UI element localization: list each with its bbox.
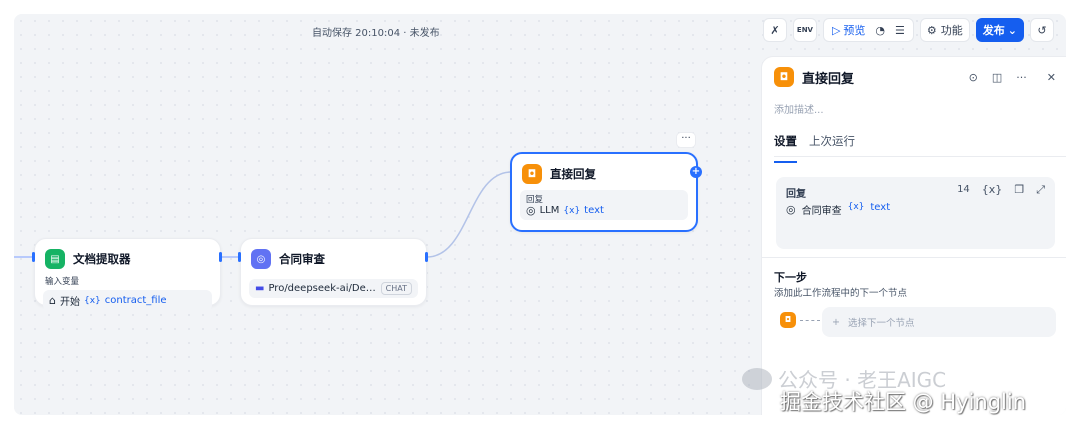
description-input[interactable]: 添加描述...	[774, 101, 824, 116]
node-title: 合同审查	[279, 252, 325, 266]
checklist-icon[interactable]: ☰	[895, 25, 905, 36]
add-next-node-button[interactable]: +	[690, 166, 702, 178]
tab-settings[interactable]: 设置	[774, 133, 797, 163]
node-direct-reply[interactable]: ◘ 直接回复 回复 ◎ LLM {x} text	[510, 152, 698, 232]
variable-brace-icon: {x}	[847, 202, 865, 212]
contract-review-input-handle[interactable]	[238, 252, 241, 262]
reply-icon: ◘	[774, 67, 794, 87]
help-book-icon[interactable]: ◫	[992, 72, 1002, 83]
reply-field: 回复 ◎ LLM {x} text	[520, 190, 688, 220]
reply-source: LLM	[539, 205, 560, 216]
reply-editor-tools: 14 {x} ❐ ⤢	[957, 184, 1045, 195]
next-step-title: 下一步	[774, 271, 807, 284]
node-settings-panel: ◘ 直接回复 ⊙ ◫ ··· ✕ 添加描述... 设置 上次运行 回复 14 {…	[761, 56, 1066, 415]
preview-label: 预览	[843, 24, 866, 37]
variable-x-icon: ✗	[770, 23, 780, 37]
input-variable-label: 输入变量	[45, 277, 80, 287]
more-icon[interactable]: ···	[1016, 72, 1027, 83]
next-step-description: 添加此工作流程中的下一个节点	[774, 288, 908, 299]
juejin-watermark: 掘金技术社区 @ Hyinglin	[780, 390, 1027, 414]
select-next-node-label: 选择下一个节点	[847, 318, 915, 329]
variable-name: contract_file	[104, 295, 167, 306]
play-icon: ▷	[831, 23, 841, 37]
close-icon[interactable]: ✕	[1047, 72, 1056, 83]
features-label: 功能	[940, 24, 963, 37]
next-connector	[800, 320, 820, 321]
copy-icon[interactable]: ❐	[1014, 184, 1024, 195]
home-icon: ⌂	[49, 294, 56, 307]
publish-label: 发布	[982, 24, 1005, 37]
node-more-button[interactable]: ···	[676, 132, 696, 148]
node-title: 直接回复	[550, 167, 596, 181]
panel-actions: ⊙ ◫ ··· ✕	[969, 72, 1056, 83]
reply-editor-content: ◎ 合同审查 {x} text	[786, 202, 890, 217]
panel-title[interactable]: 直接回复	[802, 68, 854, 87]
model-provider-icon: ▬	[255, 283, 265, 294]
reply-source: 合同审查	[801, 206, 842, 217]
variable-brace-icon: {x}	[563, 205, 581, 216]
reply-variable-name: text	[870, 202, 891, 213]
wechat-logo-icon	[742, 367, 772, 390]
checklist-clock-icon[interactable]: ◔	[875, 25, 885, 36]
expand-icon[interactable]: ⤢	[1036, 184, 1045, 195]
edge-review-reply	[426, 171, 512, 258]
run-group: ▷ 预览 ◔ ☰	[822, 18, 914, 42]
node-contract-review[interactable]: ◎ 合同审查 ▬ Pro/deepseek-ai/Dee... CHAT	[240, 238, 427, 306]
node-title: 文档提取器	[73, 252, 131, 266]
reply-editor-label: 回复	[786, 189, 806, 200]
history-button[interactable]: ↺	[1030, 18, 1054, 42]
model-name: Pro/deepseek-ai/Dee...	[268, 283, 377, 294]
doc-extractor-output-handle[interactable]	[219, 252, 222, 262]
tab-last-run[interactable]: 上次运行	[809, 133, 855, 156]
variable-inspect-button[interactable]: ✗	[762, 18, 787, 42]
model-pill: ▬ Pro/deepseek-ai/Dee... CHAT	[249, 279, 418, 298]
section-divider	[762, 257, 1066, 258]
top-toolbar: ✗ ENV ▷ 预览 ◔ ☰ ⚙ 功能 发布 ⌄ ↺	[762, 18, 1054, 42]
env-icon: ENV	[796, 25, 813, 34]
doc-extractor-icon: ▤	[45, 249, 65, 269]
features-button[interactable]: ⚙ 功能	[919, 18, 970, 42]
char-count: 14	[957, 184, 970, 195]
select-next-node-button[interactable]: + 选择下一个节点	[822, 307, 1056, 337]
reply-icon: ◘	[780, 312, 796, 328]
reply-icon: ◘	[522, 164, 542, 184]
chat-badge: CHAT	[380, 282, 412, 295]
llm-icon: ◎	[251, 249, 271, 269]
llm-small-icon: ◎	[786, 203, 796, 216]
history-icon: ↺	[1037, 23, 1047, 37]
contract-review-output-handle[interactable]	[425, 252, 428, 262]
autosave-status: 自动保存 20:10:04 · 未发布	[312, 28, 440, 39]
variable-source: 开始	[59, 297, 80, 308]
reply-variable-name: text	[584, 205, 604, 216]
variable-brace-icon: {x}	[83, 295, 101, 306]
env-button[interactable]: ENV	[792, 18, 817, 42]
chevron-down-icon: ⌄	[1007, 23, 1017, 37]
plus-icon: +	[832, 316, 840, 328]
reply-field-label: 回复	[526, 195, 544, 205]
preview-button[interactable]: ▷ 预览	[832, 22, 865, 38]
reply-editor[interactable]: 回复 14 {x} ❐ ⤢ ◎ 合同审查 {x} text	[776, 177, 1055, 249]
llm-small-icon: ◎	[526, 204, 536, 217]
panel-tabs: 设置 上次运行	[774, 133, 1066, 163]
doc-extractor-input-handle[interactable]	[32, 252, 35, 262]
node-doc-extractor[interactable]: ▤ 文档提取器 输入变量 ⌂ 开始 {x} contract_file	[34, 238, 221, 311]
features-icon: ⚙	[926, 23, 937, 37]
publish-button[interactable]: 发布 ⌄	[975, 18, 1024, 42]
run-step-icon[interactable]: ⊙	[969, 72, 978, 83]
input-variable-pill: ⌂ 开始 {x} contract_file	[43, 290, 212, 311]
app-frame: 自动保存 20:10:04 · 未发布 ✗ ENV ▷ 预览 ◔ ☰ ⚙ 功能 发布…	[14, 14, 1066, 415]
reply-variable: ◎ LLM {x} text	[526, 205, 682, 216]
insert-variable-icon[interactable]: {x}	[982, 184, 1003, 195]
